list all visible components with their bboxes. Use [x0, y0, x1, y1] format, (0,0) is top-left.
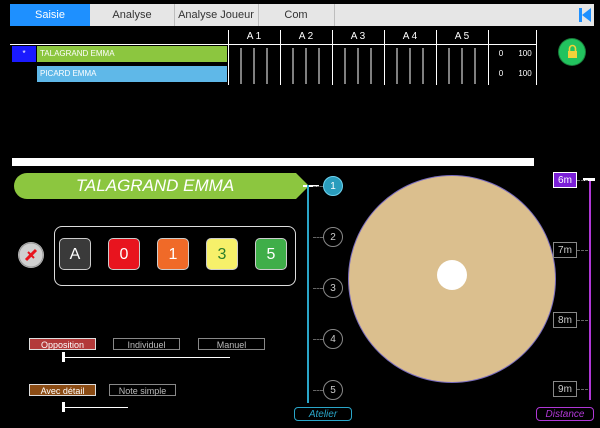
option-avec-detail[interactable]: Avec détail	[29, 384, 96, 396]
column-header-a2: A 2	[298, 31, 314, 42]
lock-button[interactable]	[559, 39, 585, 65]
step-connector	[313, 288, 323, 289]
current-player-banner: TALAGRAND EMMA	[14, 173, 296, 199]
atelier-label: Atelier	[294, 407, 352, 421]
step-connector	[313, 390, 323, 391]
clear-score-button[interactable]	[18, 242, 44, 268]
player-row-name[interactable]: TALAGRAND EMMA	[37, 46, 227, 62]
distance-9m[interactable]: 9m	[553, 381, 577, 397]
lock-icon	[568, 44, 577, 58]
distance-7m[interactable]: 7m	[553, 242, 577, 258]
atelier-step-1[interactable]: 1	[323, 176, 343, 196]
score-button-5[interactable]: 5	[255, 238, 287, 270]
section-divider	[12, 158, 534, 166]
score-button-3[interactable]: 3	[206, 238, 238, 270]
tab-analyse[interactable]: Analyse	[90, 4, 175, 26]
current-row-marker: *	[12, 46, 36, 62]
step-connector	[313, 339, 323, 340]
distance-connector	[577, 389, 588, 390]
column-header-a5: A 5	[454, 31, 470, 42]
distance-label: Distance	[536, 407, 594, 421]
score-grid-ticks	[240, 48, 476, 84]
mode-slider-track[interactable]	[62, 357, 230, 358]
tab-analyse-joueur[interactable]: Analyse Joueur	[174, 4, 259, 26]
target-center	[437, 260, 467, 290]
atelier-rail	[307, 185, 309, 403]
tab-saisie[interactable]: Saisie	[10, 4, 90, 26]
step-connector	[313, 186, 323, 187]
collapse-button[interactable]	[576, 4, 594, 26]
atelier-step-4[interactable]: 4	[323, 329, 343, 349]
detail-slider-handle[interactable]	[62, 402, 65, 412]
distance-6m[interactable]: 6m	[553, 172, 577, 188]
distance-8m[interactable]: 8m	[553, 312, 577, 328]
score-button-1[interactable]: 1	[157, 238, 189, 270]
option-manuel[interactable]: Manuel	[198, 338, 265, 350]
option-opposition[interactable]: Opposition	[29, 338, 96, 350]
atelier-step-3[interactable]: 3	[323, 278, 343, 298]
option-individuel[interactable]: Individuel	[113, 338, 180, 350]
distance-connector	[577, 250, 588, 251]
tab-com[interactable]: Com	[258, 4, 335, 26]
column-header-a4: A 4	[402, 31, 418, 42]
skip-back-icon	[579, 8, 591, 22]
score-button-0[interactable]: 0	[108, 238, 140, 270]
step-connector	[313, 237, 323, 238]
tab-bar: Saisie Analyse Analyse Joueur Com	[10, 4, 594, 26]
atelier-step-5[interactable]: 5	[323, 380, 343, 400]
option-note-simple[interactable]: Note simple	[109, 384, 176, 396]
erase-icon	[18, 242, 44, 268]
column-header-a3: A 3	[350, 31, 366, 42]
score-button-a[interactable]: A	[59, 238, 91, 270]
distance-connector	[577, 180, 588, 181]
detail-slider-track[interactable]	[62, 407, 128, 408]
player-row-name[interactable]: PICARD EMMA	[37, 66, 227, 82]
distance-rail	[589, 180, 591, 400]
atelier-step-2[interactable]: 2	[323, 227, 343, 247]
mode-slider-handle[interactable]	[62, 352, 65, 362]
column-header-a1: A 1	[246, 31, 262, 42]
distance-connector	[577, 320, 588, 321]
